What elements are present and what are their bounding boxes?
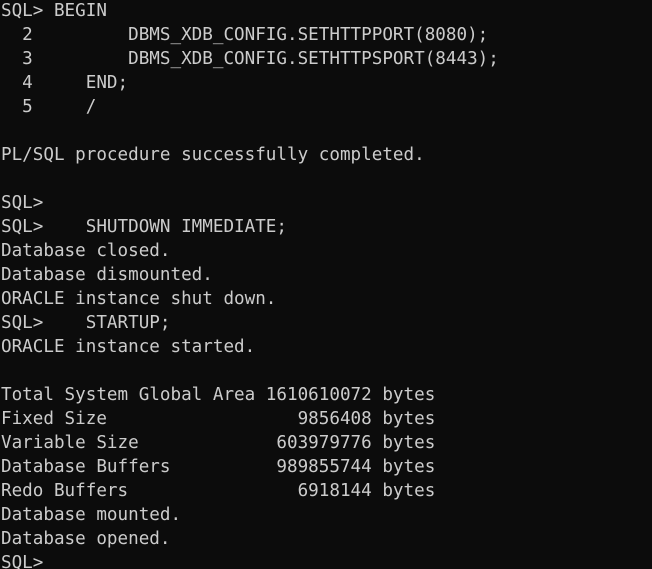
terminal-line-database-opened: Database opened. (1, 529, 171, 549)
terminal-line-database-dismounted: Database dismounted. (1, 265, 213, 285)
terminal-line-instance-started: ORACLE instance started. (1, 337, 256, 357)
terminal-line-slash: 5 / (1, 97, 97, 117)
terminal-line-procedure-completed: PL/SQL procedure successfully completed. (1, 145, 425, 165)
terminal-line-database-buffers: Database Buffers 989855744 bytes (1, 457, 436, 477)
terminal-line-variable-size: Variable Size 603979776 bytes (1, 433, 436, 453)
terminal-line-startup-command: SQL> STARTUP; (1, 313, 171, 333)
terminal-line-set-https-port: 3 DBMS_XDB_CONFIG.SETHTTPSPORT(8443); (1, 49, 499, 69)
terminal-line-sql-prompt: SQL> (1, 193, 44, 213)
terminal-line-instance-shut-down: ORACLE instance shut down. (1, 289, 277, 309)
terminal-line-database-mounted: Database mounted. (1, 505, 182, 525)
terminal-line-database-closed: Database closed. (1, 241, 171, 261)
terminal-input-prompt[interactable]: SQL> (0, 551, 652, 569)
terminal-line-shutdown-command: SQL> SHUTDOWN IMMEDIATE; (1, 217, 287, 237)
terminal-line-fixed-size: Fixed Size 9856408 bytes (1, 409, 436, 429)
terminal-line-total-sga: Total System Global Area 1610610072 byte… (1, 385, 436, 405)
terminal-window[interactable]: SQL> BEGIN 2 DBMS_XDB_CONFIG.SETHTTPPORT… (0, 0, 652, 569)
terminal-line-end: 4 END; (1, 73, 129, 93)
terminal-line-sql-begin: SQL> BEGIN (1, 1, 107, 21)
terminal-line-set-http-port: 2 DBMS_XDB_CONFIG.SETHTTPPORT(8080); (1, 25, 489, 45)
terminal-line-redo-buffers: Redo Buffers 6918144 bytes (1, 481, 436, 501)
